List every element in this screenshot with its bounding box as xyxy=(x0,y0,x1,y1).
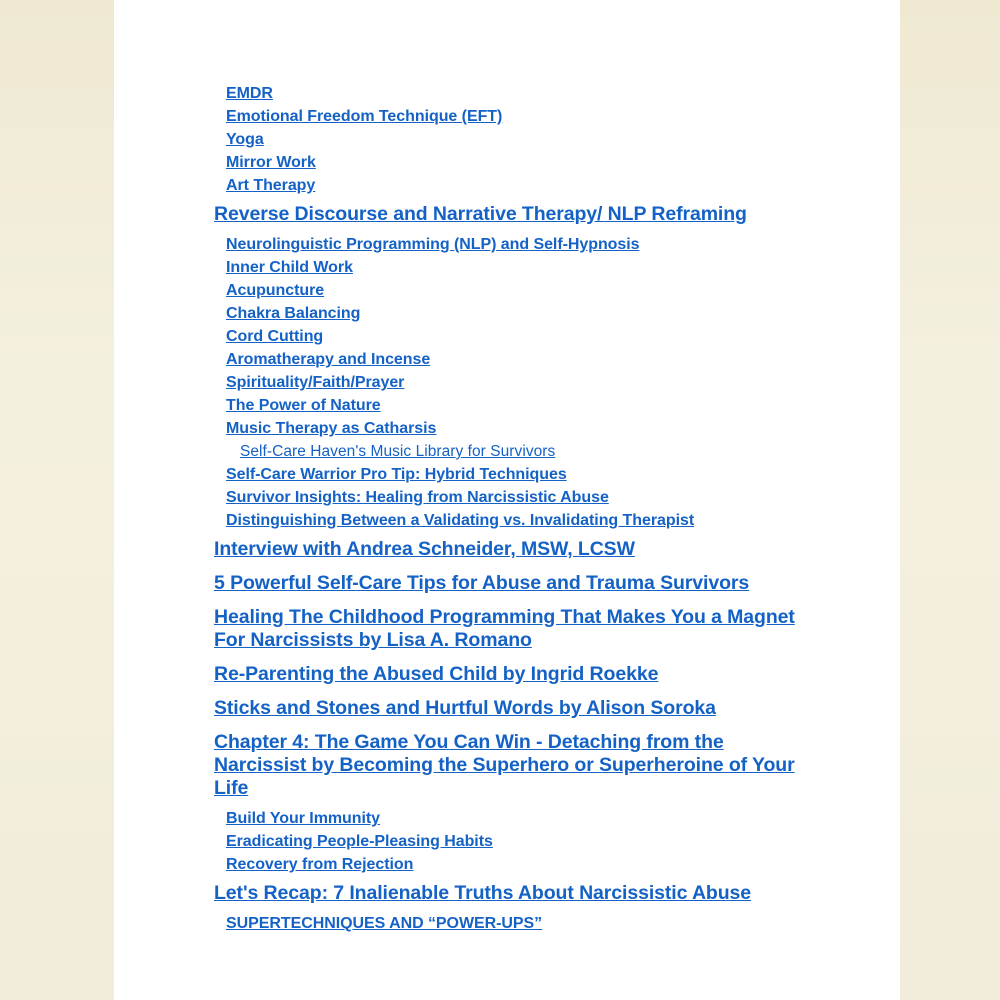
toc-entry-mirror-work: Mirror Work xyxy=(214,155,814,171)
toc-link-supertechniques[interactable]: SUPERTECHNIQUES AND “POWER-UPS” xyxy=(226,915,542,932)
toc-link-emdr[interactable]: EMDR xyxy=(226,85,273,102)
toc-entry-hybrid-techniques: Self-Care Warrior Pro Tip: Hybrid Techni… xyxy=(214,467,814,483)
toc-entry-five-tips: 5 Powerful Self-Care Tips for Abuse and … xyxy=(214,572,814,595)
toc-entry-ingrid-roekke: Re-Parenting the Abused Child by Ingrid … xyxy=(214,663,814,686)
toc-link-music-library[interactable]: Self-Care Haven's Music Library for Surv… xyxy=(240,443,555,460)
toc-entry-supertechniques: SUPERTECHNIQUES AND “POWER-UPS” xyxy=(214,916,814,932)
screen-canvas: EMDR Emotional Freedom Technique (EFT) Yog… xyxy=(0,0,1000,1000)
toc-entry-lisa-romano: Healing The Childhood Programming That M… xyxy=(214,606,814,652)
toc-entry-acupuncture: Acupuncture xyxy=(214,283,814,299)
toc-link-reverse-discourse[interactable]: Reverse Discourse and Narrative Therapy/… xyxy=(214,203,747,225)
toc-link-build-immunity[interactable]: Build Your Immunity xyxy=(226,810,380,827)
table-of-contents: EMDR Emotional Freedom Technique (EFT) Yog… xyxy=(214,86,814,939)
toc-entry-music-library: Self-Care Haven's Music Library for Surv… xyxy=(214,444,814,460)
toc-link-chapter-4[interactable]: Chapter 4: The Game You Can Win - Detach… xyxy=(214,731,795,799)
toc-link-five-tips[interactable]: 5 Powerful Self-Care Tips for Abuse and … xyxy=(214,572,749,594)
toc-entry-people-pleasing: Eradicating People-Pleasing Habits xyxy=(214,834,814,850)
toc-link-lisa-romano[interactable]: Healing The Childhood Programming That M… xyxy=(214,606,795,651)
toc-entry-reverse-discourse: Reverse Discourse and Narrative Therapy/… xyxy=(214,203,814,226)
toc-entry-emdr: EMDR xyxy=(214,86,814,102)
toc-entry-alison-soroka: Sticks and Stones and Hurtful Words by A… xyxy=(214,697,814,720)
toc-link-eft[interactable]: Emotional Freedom Technique (EFT) xyxy=(226,108,502,125)
toc-entry-spirituality: Spirituality/Faith/Prayer xyxy=(214,375,814,391)
toc-link-cord-cutting[interactable]: Cord Cutting xyxy=(226,328,323,345)
toc-entry-art-therapy: Art Therapy xyxy=(214,178,814,194)
toc-link-inner-child-work[interactable]: Inner Child Work xyxy=(226,259,353,276)
toc-link-andrea-schneider[interactable]: Interview with Andrea Schneider, MSW, LC… xyxy=(214,538,635,560)
toc-entry-yoga: Yoga xyxy=(214,132,814,148)
toc-link-hybrid-techniques[interactable]: Self-Care Warrior Pro Tip: Hybrid Techni… xyxy=(226,466,567,483)
toc-entry-cord-cutting: Cord Cutting xyxy=(214,329,814,345)
toc-link-chakra-balancing[interactable]: Chakra Balancing xyxy=(226,305,360,322)
toc-entry-nlp-self-hypnosis: Neurolinguistic Programming (NLP) and Se… xyxy=(214,237,814,253)
toc-entry-music-therapy: Music Therapy as Catharsis xyxy=(214,421,814,437)
toc-link-art-therapy[interactable]: Art Therapy xyxy=(226,177,315,194)
toc-entry-lets-recap: Let's Recap: 7 Inalienable Truths About … xyxy=(214,882,814,905)
toc-link-music-therapy[interactable]: Music Therapy as Catharsis xyxy=(226,420,436,437)
toc-link-survivor-insights[interactable]: Survivor Insights: Healing from Narcissi… xyxy=(226,489,609,506)
toc-link-validating-therapist[interactable]: Distinguishing Between a Validating vs. … xyxy=(226,512,694,529)
toc-link-yoga[interactable]: Yoga xyxy=(226,131,264,148)
toc-link-ingrid-roekke[interactable]: Re-Parenting the Abused Child by Ingrid … xyxy=(214,663,658,685)
toc-entry-survivor-insights: Survivor Insights: Healing from Narcissi… xyxy=(214,490,814,506)
toc-link-acupuncture[interactable]: Acupuncture xyxy=(226,282,324,299)
toc-entry-inner-child-work: Inner Child Work xyxy=(214,260,814,276)
toc-link-mirror-work[interactable]: Mirror Work xyxy=(226,154,316,171)
toc-link-spirituality[interactable]: Spirituality/Faith/Prayer xyxy=(226,374,404,391)
toc-link-people-pleasing[interactable]: Eradicating People-Pleasing Habits xyxy=(226,833,493,850)
toc-entry-power-of-nature: The Power of Nature xyxy=(214,398,814,414)
toc-entry-validating-therapist: Distinguishing Between a Validating vs. … xyxy=(214,513,814,529)
toc-entry-aromatherapy: Aromatherapy and Incense xyxy=(214,352,814,368)
toc-link-lets-recap[interactable]: Let's Recap: 7 Inalienable Truths About … xyxy=(214,882,751,904)
toc-link-aromatherapy[interactable]: Aromatherapy and Incense xyxy=(226,351,430,368)
toc-link-recovery-rejection[interactable]: Recovery from Rejection xyxy=(226,856,413,873)
document-page: EMDR Emotional Freedom Technique (EFT) Yog… xyxy=(114,0,900,1000)
toc-entry-build-immunity: Build Your Immunity xyxy=(214,811,814,827)
toc-entry-chapter-4: Chapter 4: The Game You Can Win - Detach… xyxy=(214,731,814,800)
toc-link-nlp-self-hypnosis[interactable]: Neurolinguistic Programming (NLP) and Se… xyxy=(226,236,640,253)
toc-entry-recovery-rejection: Recovery from Rejection xyxy=(214,857,814,873)
toc-entry-andrea-schneider: Interview with Andrea Schneider, MSW, LC… xyxy=(214,538,814,561)
toc-entry-eft: Emotional Freedom Technique (EFT) xyxy=(214,109,814,125)
toc-link-alison-soroka[interactable]: Sticks and Stones and Hurtful Words by A… xyxy=(214,697,716,719)
toc-entry-chakra-balancing: Chakra Balancing xyxy=(214,306,814,322)
toc-link-power-of-nature[interactable]: The Power of Nature xyxy=(226,397,381,414)
